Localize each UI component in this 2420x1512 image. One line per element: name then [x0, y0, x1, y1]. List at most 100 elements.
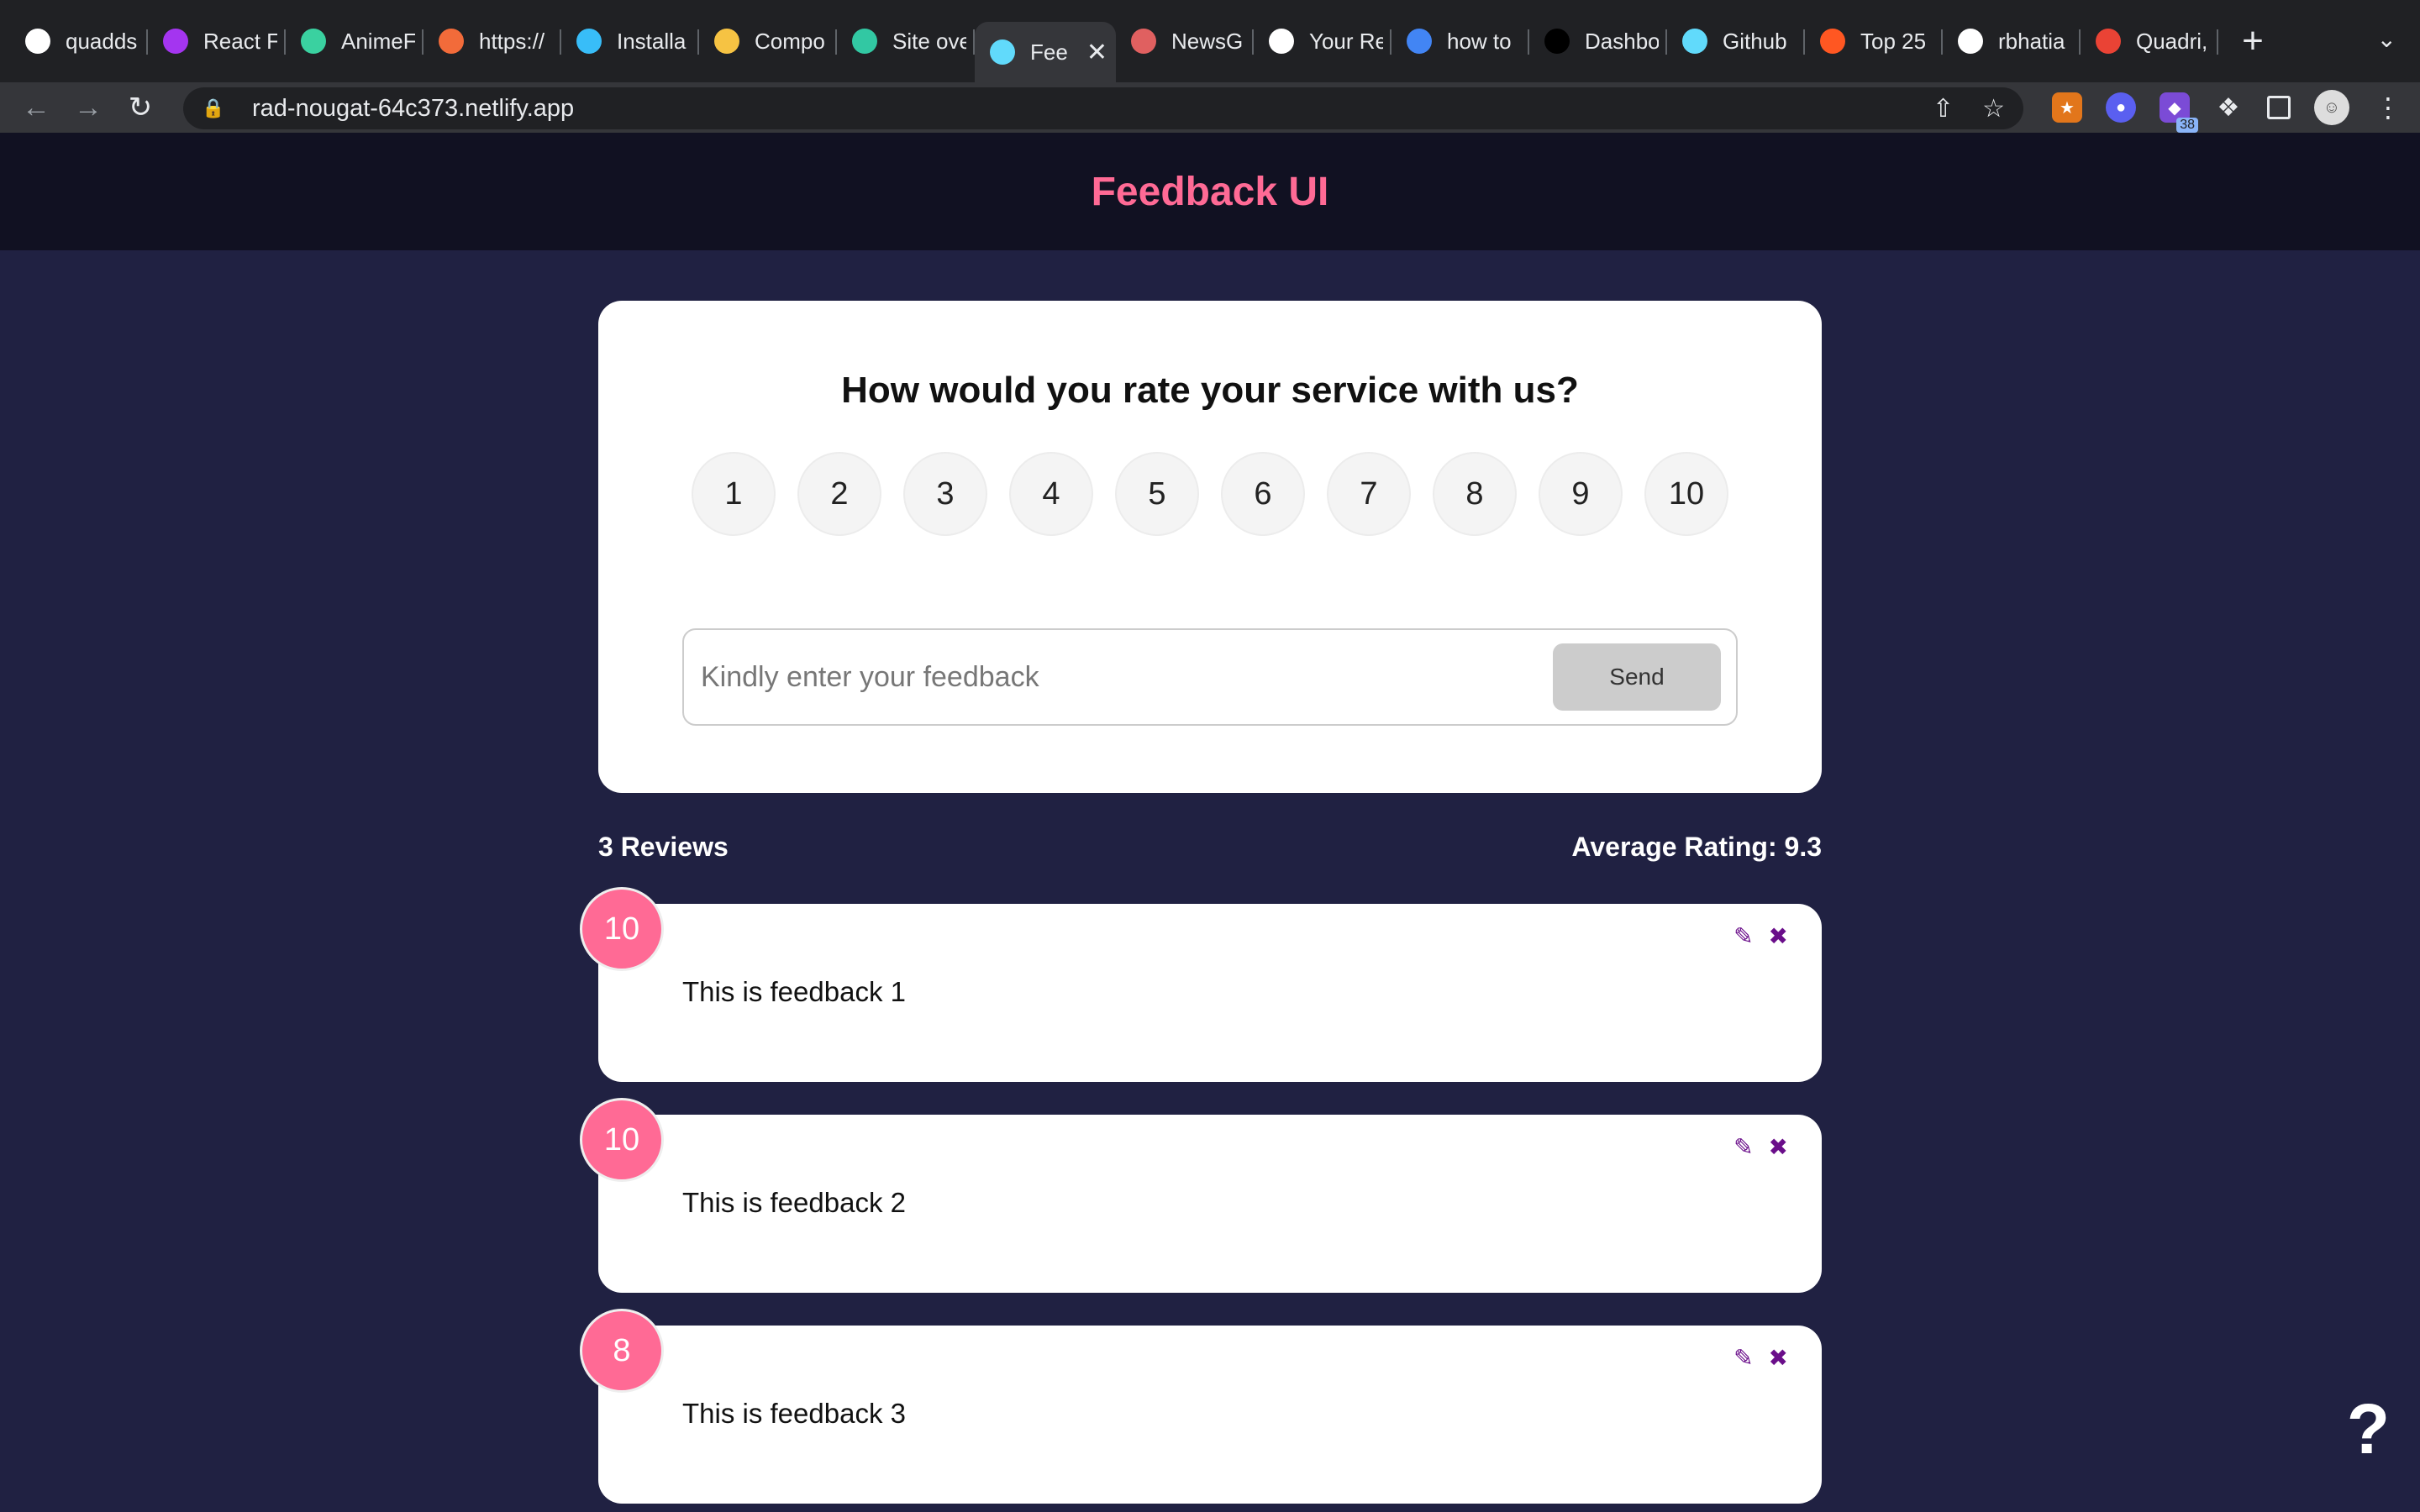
browser-tab[interactable]: Quadri, — [2081, 14, 2218, 68]
feedback-input-group: Send — [682, 628, 1738, 726]
tab-close-icon[interactable]: ✕ — [1086, 38, 1107, 67]
rating-option[interactable]: 1 — [692, 452, 776, 536]
browser-tab[interactable]: Compo — [699, 14, 837, 68]
feedback-text: This is feedback 3 — [682, 1398, 906, 1429]
metamask-extension-icon[interactable]: ★ — [2052, 92, 2082, 123]
reload-icon[interactable]: ↻ — [114, 91, 166, 124]
tab-title: Site ove — [892, 28, 966, 54]
feedback-item: 10 ✎ ✖ This is feedback 2 — [580, 1098, 1822, 1293]
close-icon[interactable]: ✖ — [1769, 922, 1788, 950]
tab-title: Quadri, — [2136, 28, 2208, 54]
github-icon — [1958, 29, 1983, 54]
react-icon — [990, 39, 1015, 65]
tab-title: how to — [1447, 28, 1512, 54]
react-icon — [1682, 29, 1707, 54]
feedback-stats: 3 Reviews Average Rating: 9.3 — [598, 832, 1822, 863]
rating-option[interactable]: 9 — [1539, 452, 1623, 536]
tab-title: NewsG — [1171, 28, 1244, 54]
average-rating: Average Rating: 9.3 — [1571, 832, 1822, 862]
tab-list: quadds React F AnimeF https:// Installa Compo… — [10, 0, 2218, 82]
tab-title: AnimeF — [341, 28, 415, 54]
tab-title: quadds — [66, 28, 138, 54]
rating-option[interactable]: 10 — [1644, 452, 1728, 536]
tab-title: React F — [203, 28, 277, 54]
browser-tab[interactable]: Your Re — [1254, 14, 1392, 68]
share-icon[interactable]: ⇧ — [1933, 94, 1954, 123]
rating-option[interactable]: 3 — [903, 452, 987, 536]
feedback-rating-badge: 10 — [580, 1098, 664, 1182]
browser-tab[interactable]: how to — [1392, 14, 1529, 68]
gmail-icon — [2096, 29, 2121, 54]
bookmark-star-icon[interactable]: ☆ — [1982, 94, 2005, 123]
rating-option[interactable]: 2 — [797, 452, 881, 536]
new-tab-button[interactable]: + — [2223, 20, 2282, 62]
feedback-text: This is feedback 2 — [682, 1187, 906, 1218]
feedback-item: 8 ✎ ✖ This is feedback 3 — [580, 1309, 1822, 1504]
browser-tab[interactable]: quadds — [10, 14, 148, 68]
react-icon — [1131, 29, 1156, 54]
close-icon[interactable]: ✖ — [1769, 1344, 1788, 1372]
rating-question: How would you rate your service with us? — [841, 370, 1579, 411]
help-icon[interactable]: ? — [2347, 1389, 2390, 1470]
rating-option[interactable]: 6 — [1221, 452, 1305, 536]
side-panel-icon[interactable] — [2267, 96, 2291, 119]
extension-badge: 38 — [2176, 118, 2198, 133]
github-icon — [25, 29, 50, 54]
github-icon — [1269, 29, 1294, 54]
feedback-form-card: How would you rate your service with us?… — [598, 301, 1822, 793]
lock-icon[interactable]: 🔒 — [202, 97, 235, 119]
browser-tab[interactable]: Dashbo — [1529, 14, 1667, 68]
browser-tab[interactable]: https:// — [424, 14, 561, 68]
extensions-puzzle-icon[interactable]: ❖ — [2213, 92, 2244, 123]
menu-kebab-icon[interactable]: ⋮ — [2373, 92, 2403, 123]
google-icon — [1407, 29, 1432, 54]
browser-tab[interactable]: rbhatia — [1943, 14, 2081, 68]
feedback-text: This is feedback 1 — [682, 976, 906, 1007]
browser-toolbar: ← → ↻ 🔒 rad-nougat-64c373.netlify.app ⇧ … — [0, 82, 2420, 133]
address-bar[interactable]: 🔒 rad-nougat-64c373.netlify.app ⇧ ☆ — [183, 87, 2023, 129]
rating-option[interactable]: 4 — [1009, 452, 1093, 536]
send-button[interactable]: Send — [1553, 643, 1721, 711]
tab-search-icon[interactable]: ⌄ — [2377, 25, 2396, 53]
gem-extension-icon[interactable]: ◆ 38 — [2160, 92, 2198, 133]
browser-tab[interactable]: React F — [148, 14, 286, 68]
extension-icon[interactable]: ● — [2106, 92, 2136, 123]
app-header: Feedback UI — [0, 133, 2420, 250]
feedback-input[interactable] — [684, 630, 1553, 724]
profile-avatar-icon[interactable]: ☺ — [2314, 90, 2349, 125]
browser-tab[interactable]: AnimeF — [286, 14, 424, 68]
rating-option[interactable]: 8 — [1433, 452, 1517, 536]
rating-option[interactable]: 5 — [1115, 452, 1199, 536]
app-title: Feedback UI — [1091, 169, 1329, 214]
browser-tab[interactable]: Github — [1667, 14, 1805, 68]
edit-icon[interactable]: ✎ — [1733, 1133, 1753, 1161]
browser-tab[interactable]: Site ove — [837, 14, 975, 68]
browser-tab[interactable]: Top 25 — [1805, 14, 1943, 68]
rating-option[interactable]: 7 — [1327, 452, 1411, 536]
back-icon[interactable]: ← — [10, 92, 62, 124]
browser-tab[interactable]: Installa — [561, 14, 699, 68]
tab-title: https:// — [479, 28, 545, 54]
tab-title: Fee — [1030, 39, 1068, 65]
tab-title: Top 25 — [1860, 28, 1927, 54]
tailwind-icon — [576, 29, 602, 54]
flutter-icon — [439, 29, 464, 54]
forward-icon[interactable]: → — [62, 92, 114, 124]
tab-title: Compo — [755, 28, 825, 54]
url-text[interactable]: rad-nougat-64c373.netlify.app — [252, 95, 574, 123]
edit-icon[interactable]: ✎ — [1733, 1344, 1753, 1372]
feedback-rating-badge: 8 — [580, 1309, 664, 1393]
browser-tab[interactable]: Fee ✕ — [975, 22, 1116, 82]
close-icon[interactable]: ✖ — [1769, 1133, 1788, 1161]
browser-tab[interactable]: NewsG — [1116, 14, 1254, 68]
tab-title: Github — [1723, 28, 1787, 54]
edit-icon[interactable]: ✎ — [1733, 922, 1753, 950]
feedback-rating-badge: 10 — [580, 887, 664, 971]
tab-strip: quadds React F AnimeF https:// Installa Compo… — [0, 0, 2420, 82]
netlify-icon — [852, 29, 877, 54]
k-icon — [301, 29, 326, 54]
reviews-count: 3 Reviews — [598, 832, 729, 862]
jira-icon — [1820, 29, 1845, 54]
udemy-icon — [163, 29, 188, 54]
tab-title: Installa — [617, 28, 687, 54]
